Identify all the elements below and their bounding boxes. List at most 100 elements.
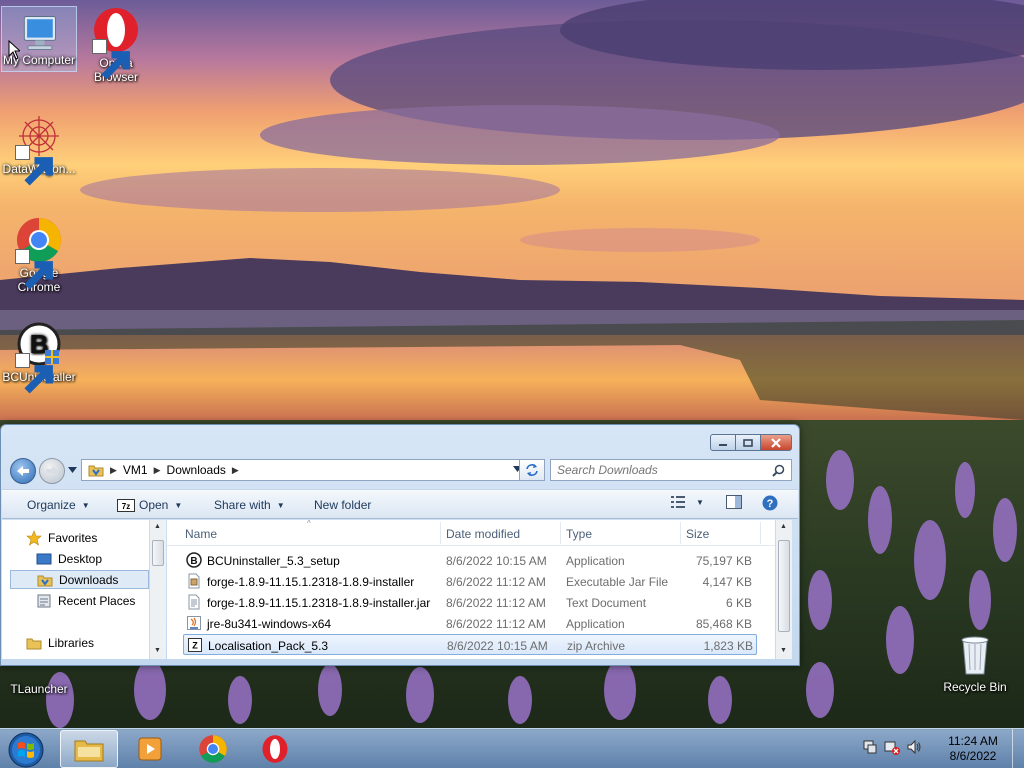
help-button[interactable]: ? — [762, 495, 778, 511]
minimize-button[interactable] — [710, 434, 736, 451]
file-row-selected[interactable]: Z Localisation_Pack_5.3 8/6/2022 10:15 A… — [183, 634, 757, 655]
scroll-down-icon[interactable]: ▼ — [780, 647, 787, 654]
file-name: jre-8u341-windows-x64 — [207, 617, 332, 631]
search-input[interactable] — [557, 463, 767, 477]
explorer-window[interactable]: ▶ VM1 ▶ Downloads ▶ Organize ▼ 7z Open ▼ S… — [0, 424, 800, 666]
jar-file-icon — [188, 573, 200, 589]
breadcrumb-separator-icon: ▶ — [110, 464, 117, 475]
chevron-down-icon: ▼ — [81, 500, 90, 510]
scroll-down-icon[interactable]: ▼ — [154, 647, 161, 654]
scrollbar-thumb[interactable] — [152, 540, 164, 566]
preview-pane-icon — [726, 495, 742, 509]
address-row: ▶ VM1 ▶ Downloads ▶ — [9, 458, 792, 484]
change-view-button[interactable]: ▼ — [670, 495, 704, 509]
search-icon[interactable] — [772, 464, 785, 477]
recycle-bin-icon — [951, 630, 999, 678]
chevron-down-icon: ▼ — [696, 497, 704, 507]
svg-text:?: ? — [767, 498, 774, 510]
command-bar: Organize ▼ 7z Open ▼ Share with ▼ New folde… — [2, 489, 798, 519]
refresh-icon — [526, 464, 538, 476]
windows-explorer-icon — [74, 740, 104, 762]
desktop-icon-my-computer[interactable]: My Computer — [1, 6, 77, 72]
shortcut-arrow-icon — [15, 249, 53, 290]
nav-favorites-label: Favorites — [48, 530, 98, 545]
nav-downloads[interactable]: Downloads — [10, 570, 149, 589]
desktop-icon-recycle-bin[interactable]: Recycle Bin — [937, 630, 1013, 694]
arrow-left-icon — [17, 466, 29, 476]
downloads-folder-icon — [37, 575, 53, 586]
organize-label: Organize — [27, 498, 76, 512]
organize-button[interactable]: Organize ▼ — [27, 498, 90, 512]
opera-icon — [262, 735, 288, 763]
shortcut-arrow-icon — [15, 145, 53, 186]
column-size[interactable]: Size — [686, 527, 709, 541]
file-row[interactable]: jre-8u341-windows-x64 8/6/2022 11:12 AM … — [183, 613, 757, 634]
action-center-icon[interactable] — [862, 739, 878, 755]
nav-libraries-label: Libraries — [48, 635, 95, 650]
minimize-icon — [719, 443, 727, 446]
navigation-pane: Favorites Desktop Downloads Recent Place… — [2, 520, 166, 659]
arrow-right-icon — [46, 466, 58, 476]
opera-icon — [92, 6, 140, 80]
desktop-icon-bcuninstaller[interactable]: B BCUninstaller — [1, 320, 77, 394]
column-type[interactable]: Type — [566, 527, 592, 541]
scroll-up-icon[interactable]: ▲ — [780, 523, 787, 530]
new-folder-button[interactable]: New folder — [314, 498, 371, 512]
address-bar[interactable]: ▶ VM1 ▶ Downloads ▶ — [81, 459, 527, 481]
scrollbar-thumb[interactable] — [778, 540, 790, 632]
taskbar-opera-button[interactable] — [246, 730, 304, 768]
forward-button[interactable] — [39, 458, 65, 484]
volume-icon[interactable] — [906, 739, 922, 755]
media-player-icon — [138, 737, 162, 761]
nav-pane-scrollbar[interactable]: ▲ ▼ — [149, 520, 166, 659]
datawagon-icon — [15, 112, 63, 186]
file-date: 8/6/2022 11:12 AM — [446, 596, 546, 610]
file-list-scrollbar[interactable]: ▲ ▼ — [775, 520, 792, 659]
open-button[interactable]: 7z Open ▼ — [117, 498, 182, 512]
maximize-button[interactable] — [735, 434, 761, 451]
share-with-button[interactable]: Share with ▼ — [214, 498, 285, 512]
file-size: 1,823 KB — [703, 639, 753, 653]
desktop-icon-datawagon[interactable]: DataWagon... — [1, 112, 77, 186]
breadcrumb-downloads[interactable]: Downloads — [167, 463, 226, 477]
breadcrumb-separator-icon: ▶ — [231, 464, 239, 475]
taskbar-media-player-button[interactable] — [122, 730, 180, 768]
scroll-up-icon[interactable]: ▲ — [154, 523, 161, 530]
taskbar-clock[interactable]: 11:24 AM 8/6/2022 — [940, 734, 1006, 764]
mouse-cursor-icon — [8, 40, 20, 60]
column-name[interactable]: Name — [185, 527, 217, 541]
close-button[interactable] — [760, 434, 792, 451]
file-date: 8/6/2022 10:15 AM — [446, 554, 547, 568]
refresh-button[interactable] — [519, 459, 545, 481]
window-controls — [710, 434, 792, 451]
column-date-modified[interactable]: Date modified — [446, 527, 520, 541]
network-disconnected-icon[interactable] — [884, 739, 900, 755]
help-icon: ? — [762, 495, 778, 511]
maximize-icon — [743, 438, 753, 447]
file-row[interactable]: B BCUninstaller_5.3_setup 8/6/2022 10:15… — [183, 550, 757, 571]
desktop-icon-label: Recycle Bin — [943, 680, 1007, 694]
taskbar-chrome-button[interactable] — [184, 730, 242, 768]
back-button[interactable] — [10, 458, 36, 484]
desktop-icon — [36, 553, 52, 564]
search-box[interactable] — [550, 459, 792, 481]
open-label: Open — [139, 498, 169, 512]
file-type: zip Archive — [567, 639, 626, 653]
preview-pane-button[interactable] — [726, 495, 742, 509]
breadcrumb-vm1[interactable]: VM1 — [123, 463, 148, 477]
desktop-icon-label: TLauncher — [10, 682, 68, 696]
recent-pages-dropdown-icon[interactable] — [68, 467, 77, 473]
file-row[interactable]: forge-1.8.9-11.15.1.2318-1.8.9-installer… — [183, 592, 757, 613]
text-file-icon — [188, 594, 200, 610]
file-row[interactable]: forge-1.8.9-11.15.1.2318-1.8.9-installer… — [183, 571, 757, 592]
taskbar-explorer-button[interactable] — [60, 730, 118, 768]
show-desktop-button[interactable] — [1012, 729, 1024, 768]
file-type: Text Document — [566, 596, 647, 610]
zip-archive-icon: Z — [188, 638, 202, 652]
svg-text:B: B — [190, 556, 197, 567]
desktop-icon-opera-browser[interactable]: Opera Browser — [78, 6, 154, 84]
desktop-icon-google-chrome[interactable]: Google Chrome — [1, 216, 77, 294]
desktop-icon-tlauncher[interactable]: TLauncher — [1, 682, 77, 696]
start-button[interactable] — [7, 731, 45, 768]
chrome-icon — [15, 216, 63, 290]
